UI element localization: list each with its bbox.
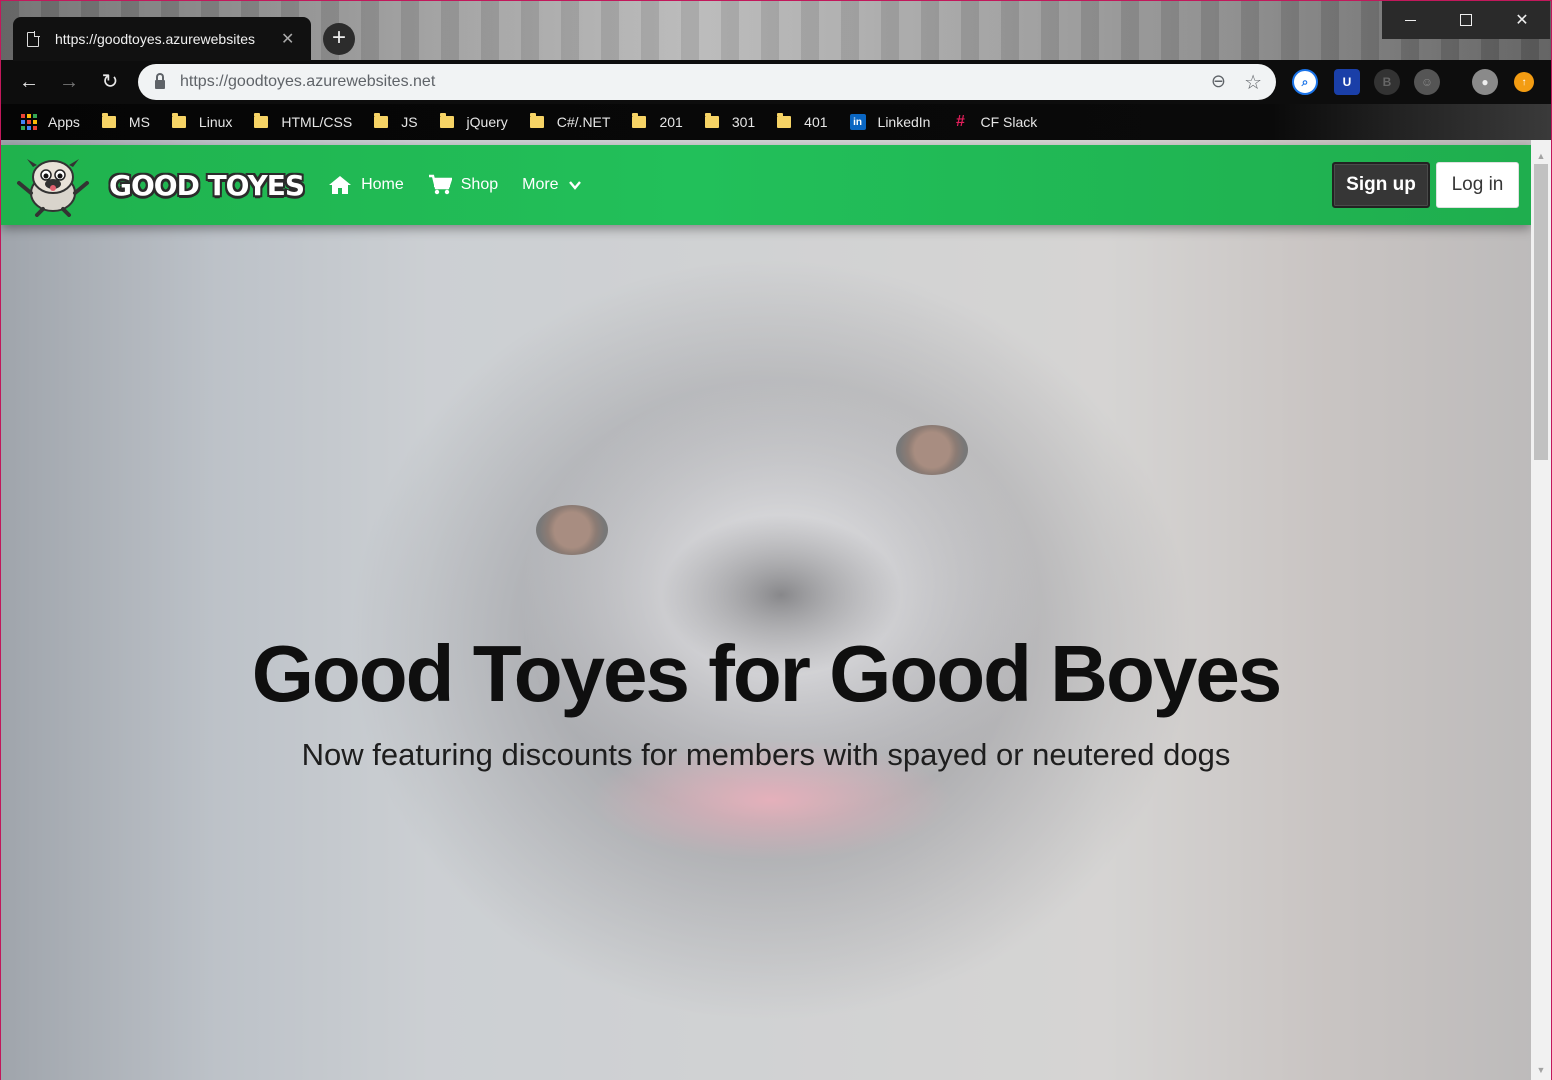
- bookmark-star-icon[interactable]: ☆: [1244, 70, 1262, 95]
- login-button[interactable]: Log in: [1436, 162, 1519, 208]
- browser-toolbar: ← → ↻ https://goodtoyes.azurewebsites.ne…: [0, 60, 1552, 104]
- bookmark-label: LinkedIn: [877, 114, 931, 130]
- site-navbar: GOOD TOYES Home Shop More Sign up Log in: [1, 145, 1531, 225]
- address-url[interactable]: https://goodtoyes.azurewebsites.net: [180, 73, 435, 91]
- linkedin-icon: in: [849, 114, 866, 130]
- folder-icon: [171, 113, 186, 128]
- address-bar[interactable]: https://goodtoyes.azurewebsites.net ⊖ ☆: [138, 64, 1276, 100]
- bookmark-folder-html-css[interactable]: HTML/CSS: [254, 113, 353, 130]
- folder-icon: [374, 113, 389, 128]
- folder-icon: [439, 113, 454, 128]
- bookmark-label: 301: [731, 114, 756, 130]
- bookmark-folder-csharp[interactable]: C#/.NET: [529, 113, 611, 130]
- bookmark-label: Apps: [48, 114, 80, 130]
- profile-avatar-icon[interactable]: ●: [1472, 69, 1498, 95]
- page-scrollbar[interactable]: ▲ ▼: [1531, 140, 1551, 1080]
- folder-icon: [777, 113, 792, 128]
- nav-home-label: Home: [361, 176, 404, 193]
- browser-titlebar: https://goodtoyes.azurewebsites ✕ + ✕: [0, 0, 1552, 61]
- hero-dog-image: [1, 140, 1531, 1080]
- bookmark-folder-js[interactable]: JS: [374, 113, 418, 130]
- bookmark-label: jQuery: [466, 114, 508, 130]
- bookmark-folder-401[interactable]: 401: [777, 113, 828, 130]
- bookmark-label: MS: [128, 114, 150, 130]
- lock-icon: [155, 73, 165, 89]
- zoom-icon[interactable]: ⊖: [1211, 71, 1226, 92]
- folder-icon: [704, 113, 719, 128]
- bookmark-folder-301[interactable]: 301: [704, 113, 756, 130]
- page-document-icon: [27, 30, 40, 47]
- bookmark-linkedin[interactable]: in LinkedIn: [849, 114, 931, 130]
- bookmark-apps[interactable]: Apps: [21, 114, 80, 130]
- bookmark-folder-linux[interactable]: Linux: [171, 113, 233, 130]
- bookmark-label: HTML/CSS: [281, 114, 353, 130]
- page-viewport: GOOD TOYES Home Shop More Sign up Log in…: [0, 140, 1552, 1080]
- extension-robot-icon[interactable]: ☺: [1414, 69, 1440, 95]
- bookmark-label: 201: [659, 114, 683, 130]
- scrollbar-thumb[interactable]: [1534, 164, 1548, 460]
- scroll-up-icon[interactable]: ▲: [1531, 148, 1551, 164]
- update-icon[interactable]: ↑: [1514, 72, 1534, 92]
- home-icon: [328, 175, 352, 195]
- bookmark-label: Linux: [198, 114, 233, 130]
- bookmark-label: C#/.NET: [556, 114, 611, 130]
- extension-b-icon[interactable]: B: [1374, 69, 1400, 95]
- window-controls: ✕: [1382, 1, 1550, 39]
- reload-button[interactable]: ↻: [96, 68, 124, 96]
- bookmark-label: JS: [401, 114, 418, 130]
- back-button[interactable]: ←: [15, 68, 43, 96]
- bookmark-folder-ms[interactable]: MS: [101, 113, 150, 130]
- chevron-down-icon: [568, 180, 581, 190]
- new-tab-button[interactable]: +: [323, 23, 355, 55]
- apps-grid-icon: [21, 114, 37, 130]
- browser-tab-active[interactable]: https://goodtoyes.azurewebsites ✕: [13, 17, 311, 61]
- nav-shop-label: Shop: [460, 176, 499, 193]
- bookmarks-bar: Apps MS Linux HTML/CSS JS jQuery C#/.NET…: [0, 104, 1552, 140]
- minimize-button[interactable]: [1382, 1, 1438, 39]
- extension-shield-icon[interactable]: U: [1334, 69, 1360, 95]
- forward-button[interactable]: →: [55, 68, 83, 96]
- tab-close-icon[interactable]: ✕: [281, 29, 294, 49]
- hero-title: Good Toyes for Good Boyes: [251, 629, 1283, 718]
- extension-search-icon[interactable]: ⌕: [1292, 69, 1318, 95]
- hero-overlay: [1, 140, 1531, 1080]
- slack-icon: #: [956, 113, 965, 130]
- nav-shop-link[interactable]: Shop: [428, 174, 498, 196]
- cart-icon: [428, 174, 452, 196]
- nav-home-link[interactable]: Home: [328, 175, 404, 195]
- bookmark-folder-201[interactable]: 201: [632, 113, 683, 130]
- bookmark-folder-jquery[interactable]: jQuery: [439, 113, 508, 130]
- folder-icon: [632, 113, 647, 128]
- bookmark-label: 401: [804, 114, 828, 130]
- signup-button[interactable]: Sign up: [1332, 162, 1430, 208]
- scroll-down-icon[interactable]: ▼: [1531, 1062, 1551, 1078]
- nav-more-dropdown[interactable]: More: [522, 176, 581, 194]
- folder-icon: [254, 113, 269, 128]
- brand-name[interactable]: GOOD TOYES: [109, 169, 305, 202]
- hero-subtitle: Now featuring discounts for members with…: [301, 737, 1231, 772]
- maximize-button[interactable]: [1438, 1, 1494, 39]
- folder-icon: [529, 113, 544, 128]
- pug-logo-icon[interactable]: [13, 153, 93, 217]
- bookmark-label: CF Slack: [980, 114, 1038, 130]
- folder-icon: [101, 113, 116, 128]
- close-window-button[interactable]: ✕: [1494, 1, 1550, 39]
- bookmark-cf-slack[interactable]: # CF Slack: [952, 113, 1038, 131]
- auth-actions: Sign up Log in: [1332, 162, 1519, 208]
- tab-title: https://goodtoyes.azurewebsites: [55, 31, 256, 47]
- nav-more-label: More: [522, 176, 559, 193]
